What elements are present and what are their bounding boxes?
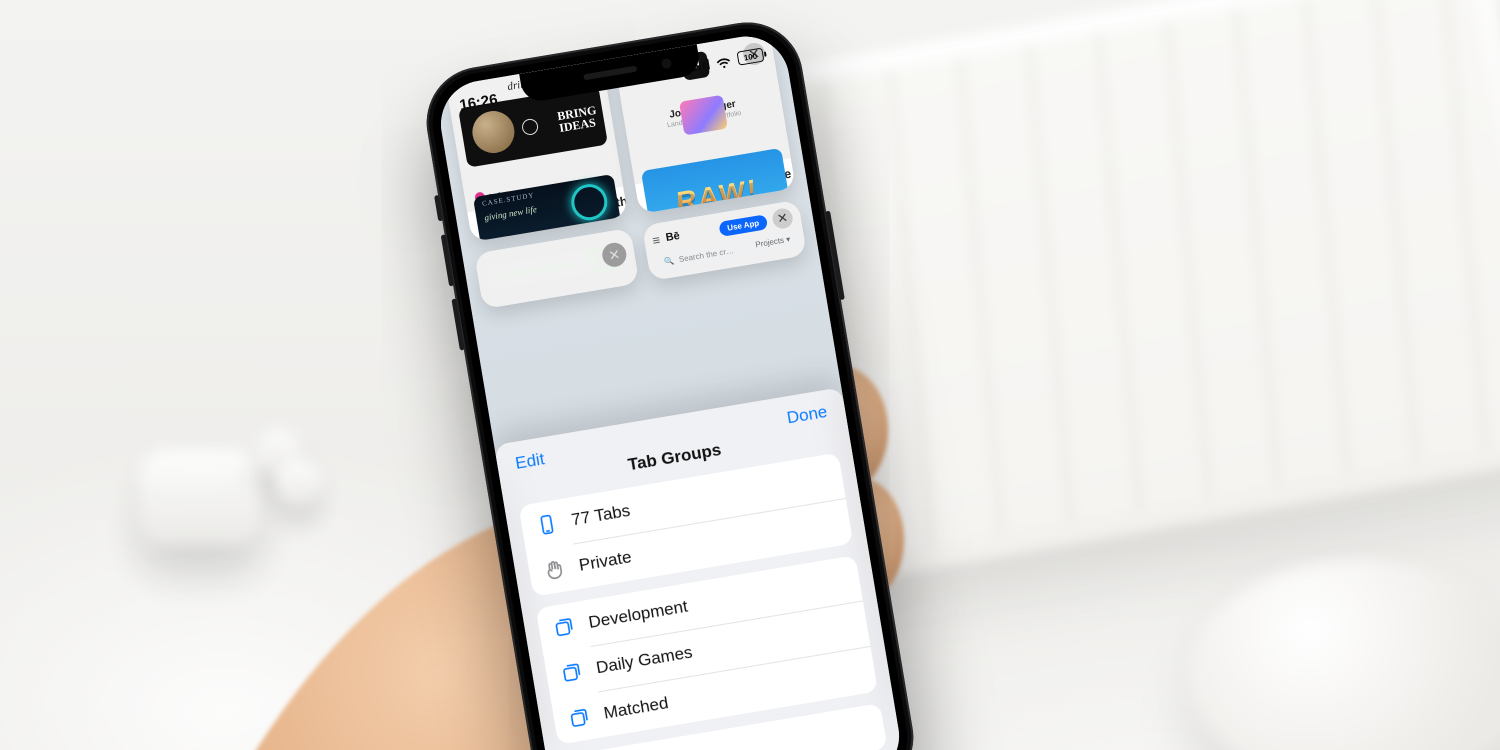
search-icon: 🔍 xyxy=(663,256,674,267)
close-tab-icon[interactable]: ✕ xyxy=(771,207,794,230)
row-label: Private xyxy=(578,547,633,575)
row-label: Matched xyxy=(602,693,670,723)
device-icon xyxy=(534,512,559,537)
tab-group-icon xyxy=(551,615,576,640)
wifi-icon xyxy=(714,54,733,69)
battery-icon: 100 xyxy=(736,48,764,66)
hand-icon xyxy=(542,557,567,582)
airpods-prop xyxy=(140,430,320,560)
status-time: 16:26 xyxy=(458,91,499,114)
row-label: 77 Tabs xyxy=(570,501,632,531)
battery-level: 100 xyxy=(736,48,764,66)
tab-group-icon xyxy=(567,705,592,730)
tab-thumbnail: #StopWarInUkraineSave the children ✕ xyxy=(474,228,639,309)
tab-thumbnail: ≡ Bē Use App ✕ 🔍Search the cr… Projects … xyxy=(642,200,807,281)
row-label: Development xyxy=(587,597,689,633)
tab-groups-sheet: Edit Done Tab Groups 77 Tabs xyxy=(494,387,906,750)
tab-group-icon xyxy=(559,660,584,685)
row-label: Daily Games xyxy=(595,643,694,679)
tab-card[interactable]: #StopWarInUkraineSave the children ✕ xyxy=(474,228,639,309)
tab-card[interactable]: ≡ Bē Use App ✕ 🔍Search the cr… Projects … xyxy=(642,200,807,281)
ukraine-flag-icon xyxy=(580,257,582,267)
